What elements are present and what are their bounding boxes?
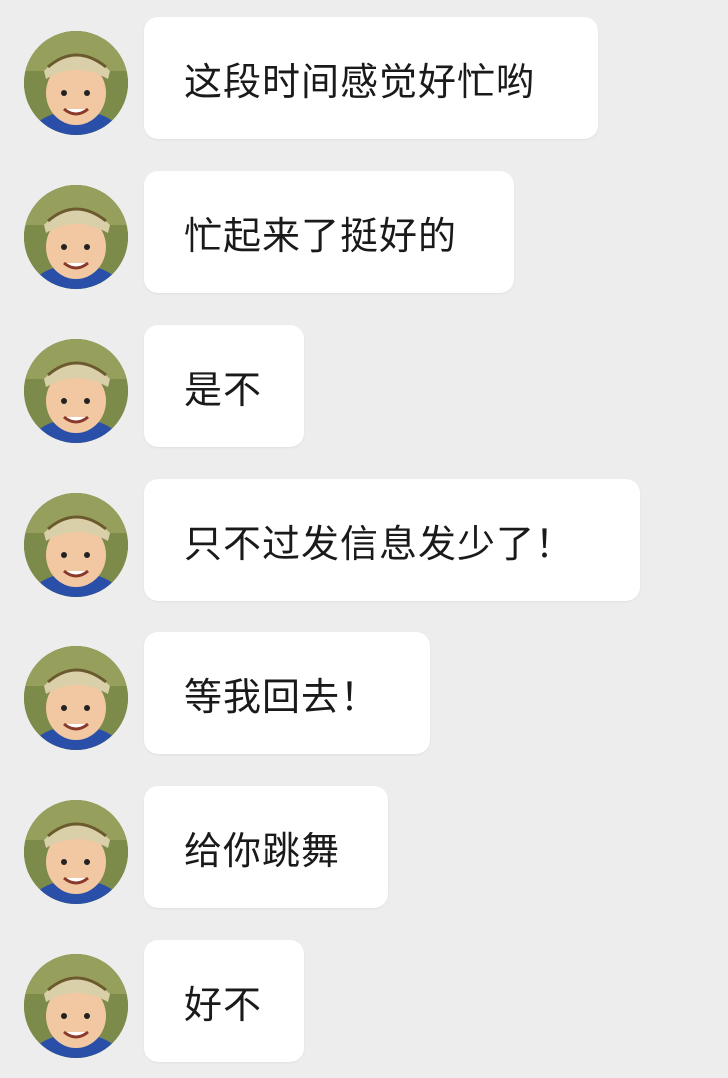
child-avatar-photo-icon	[24, 31, 128, 135]
avatar[interactable]	[24, 800, 128, 904]
chat-message-list: 这段时间感觉好忙哟 忙起来了挺好的 是不 只不过发信息发少了！ 等我回去！ 给你…	[0, 0, 728, 1078]
message-bubble[interactable]: 好不	[144, 940, 304, 1062]
message-row: 给你跳舞	[0, 786, 728, 910]
message-text: 这段时间感觉好忙哟	[184, 59, 536, 104]
message-text: 是不	[184, 367, 263, 412]
avatar[interactable]	[24, 185, 128, 289]
message-row: 是不	[0, 325, 728, 449]
message-text: 好不	[184, 982, 263, 1027]
message-text: 给你跳舞	[184, 828, 341, 873]
message-row: 这段时间感觉好忙哟	[0, 17, 728, 141]
message-row: 好不	[0, 940, 728, 1064]
message-row: 只不过发信息发少了！	[0, 479, 728, 603]
message-bubble[interactable]: 是不	[144, 325, 304, 447]
avatar[interactable]	[24, 339, 128, 443]
avatar[interactable]	[24, 954, 128, 1058]
message-bubble[interactable]: 只不过发信息发少了！	[144, 479, 640, 601]
message-bubble[interactable]: 这段时间感觉好忙哟	[144, 17, 598, 139]
avatar[interactable]	[24, 31, 128, 135]
child-avatar-photo-icon	[24, 339, 128, 443]
child-avatar-photo-icon	[24, 493, 128, 597]
child-avatar-photo-icon	[24, 954, 128, 1058]
message-row: 等我回去！	[0, 632, 728, 756]
message-text: 忙起来了挺好的	[184, 213, 458, 258]
message-bubble[interactable]: 等我回去！	[144, 632, 430, 754]
message-text: 等我回去！	[184, 674, 380, 719]
avatar[interactable]	[24, 646, 128, 750]
message-row: 忙起来了挺好的	[0, 171, 728, 295]
message-bubble[interactable]: 给你跳舞	[144, 786, 388, 908]
message-bubble[interactable]: 忙起来了挺好的	[144, 171, 514, 293]
message-text: 只不过发信息发少了！	[184, 521, 575, 566]
avatar[interactable]	[24, 493, 128, 597]
child-avatar-photo-icon	[24, 185, 128, 289]
child-avatar-photo-icon	[24, 800, 128, 904]
child-avatar-photo-icon	[24, 646, 128, 750]
